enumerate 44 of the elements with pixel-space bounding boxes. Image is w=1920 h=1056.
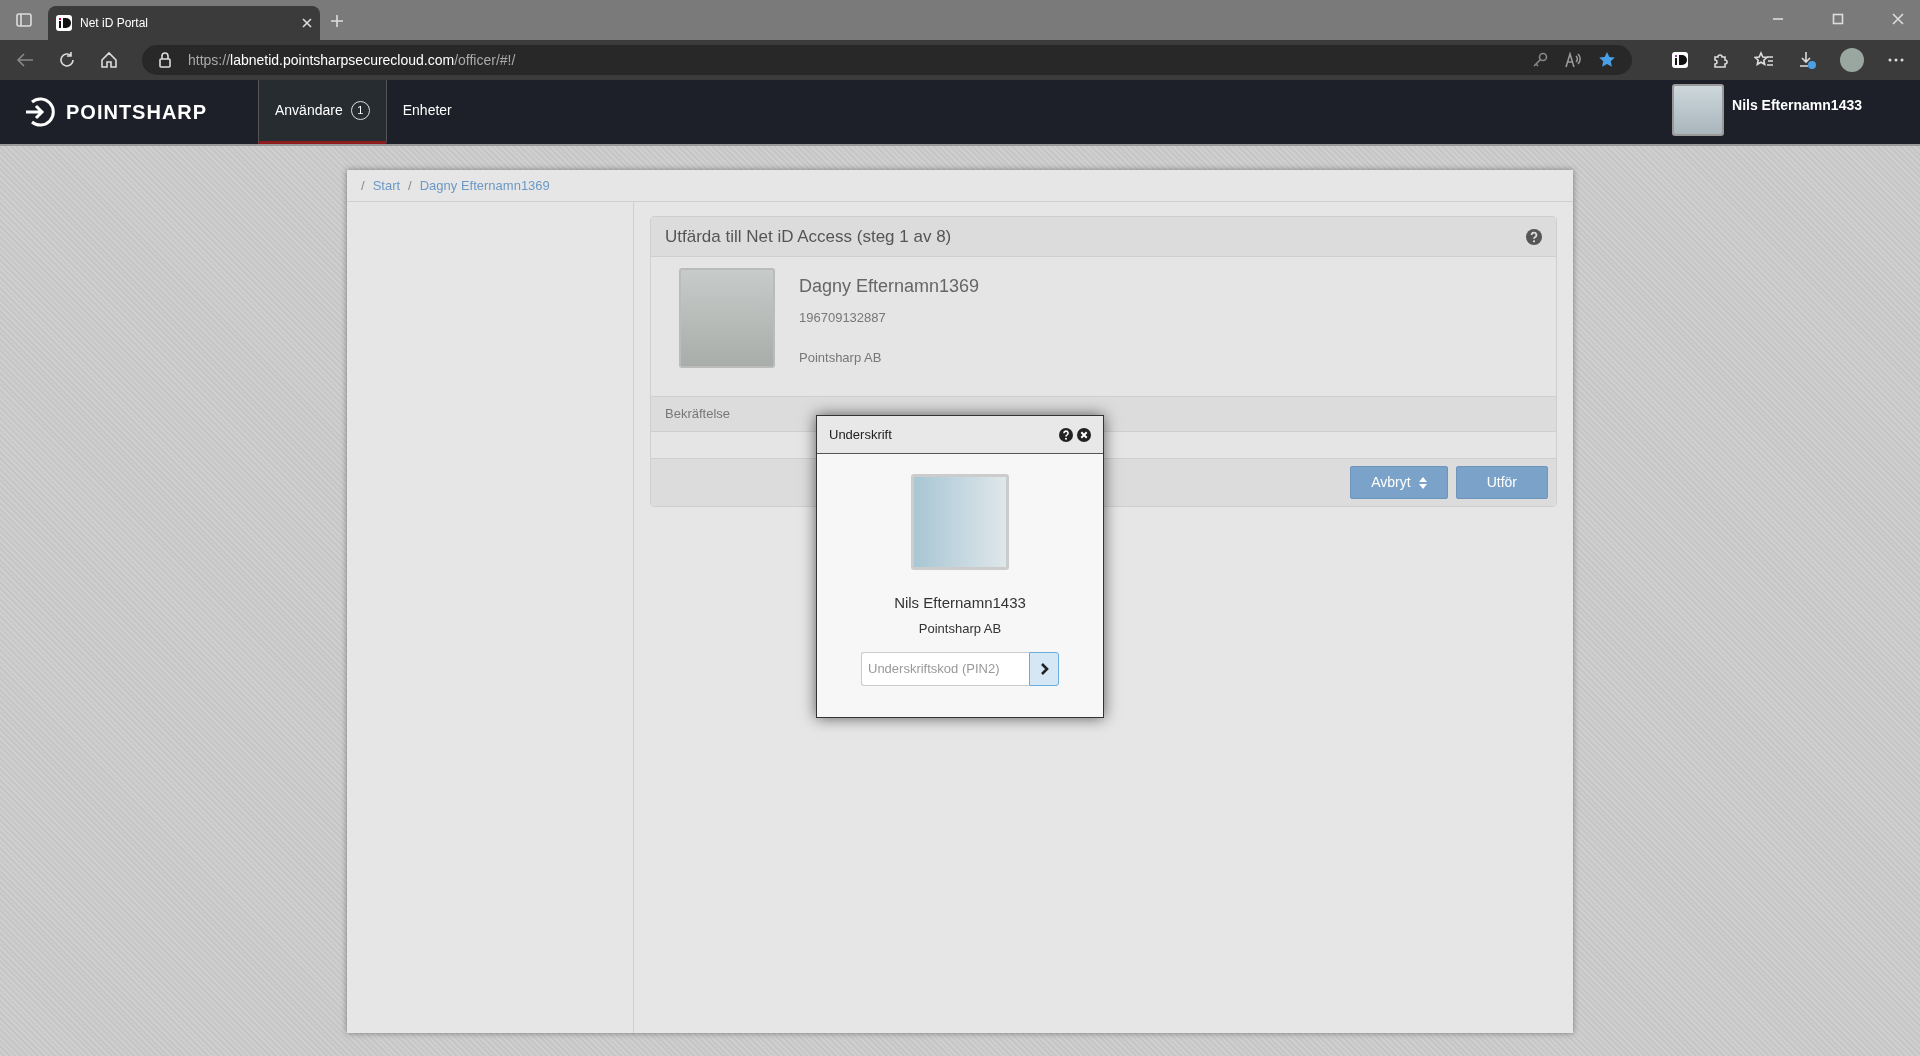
home-icon[interactable] [100,51,118,69]
key-icon[interactable] [1532,52,1548,68]
submit-button[interactable] [1029,652,1059,686]
more-icon[interactable] [1888,58,1904,62]
panel-title: Utfärda till Net iD Access (steg 1 av 8) [665,225,953,248]
app-logo-icon [56,15,72,31]
dialog-title: Underskrift [829,425,893,444]
brand-name: POINTSHARP [66,100,208,125]
close-icon[interactable] [1077,427,1091,442]
chevron-right-icon [1039,663,1049,675]
user-name: Nils Efternamn1433 [1732,96,1862,115]
tab-title: Net iD Portal [80,15,150,32]
organization-name: Pointsharp AB [799,348,883,367]
person-name: Dagny Efternamn1369 [799,275,980,298]
close-icon[interactable] [302,18,312,28]
id-number: 196709132887 [799,309,887,327]
signer-organization: Pointsharp AB [918,619,1002,638]
new-tab-icon[interactable] [330,14,344,28]
lock-icon [158,52,172,68]
nav-tab[interactable]: Användare 1 [258,80,386,144]
sidebar-icon[interactable] [16,12,32,28]
breadcrumb-separator: / [361,176,365,195]
back-arrow-icon[interactable] [16,52,34,68]
extension-logo-icon[interactable] [1672,52,1688,68]
nav-tab[interactable]: Enheter [385,80,468,144]
puzzle-icon[interactable] [1712,51,1730,69]
logo-arrow-icon [24,95,58,129]
maximize-icon[interactable] [1832,13,1844,25]
url-text: https://labnetid.pointsharpsecurecloud.com/officer/#!/ [188,50,517,70]
favorites-icon[interactable] [1754,51,1774,69]
refresh-icon[interactable] [58,51,76,69]
user-photo-placeholder [1672,84,1725,136]
pin-input-field[interactable]: Underskriftskod (PIN2) [861,652,1029,686]
help-icon[interactable] [1059,427,1073,442]
address-bar[interactable]: https://labnetid.pointsharpsecurecloud.com/officer/#!/ [142,45,1632,75]
signer-name: Nils Efternamn1433 [894,593,1026,613]
read-aloud-icon[interactable] [1564,52,1582,68]
star-icon[interactable] [1598,51,1616,69]
profile-avatar[interactable] [1840,48,1864,72]
browser-tab[interactable]: Net iD Portal [48,6,320,40]
section-label: Bekräftelse [665,405,731,424]
sort-caret-icon [1418,476,1427,489]
download-icon[interactable] [1798,51,1816,69]
breadcrumb-separator: / [408,176,412,195]
